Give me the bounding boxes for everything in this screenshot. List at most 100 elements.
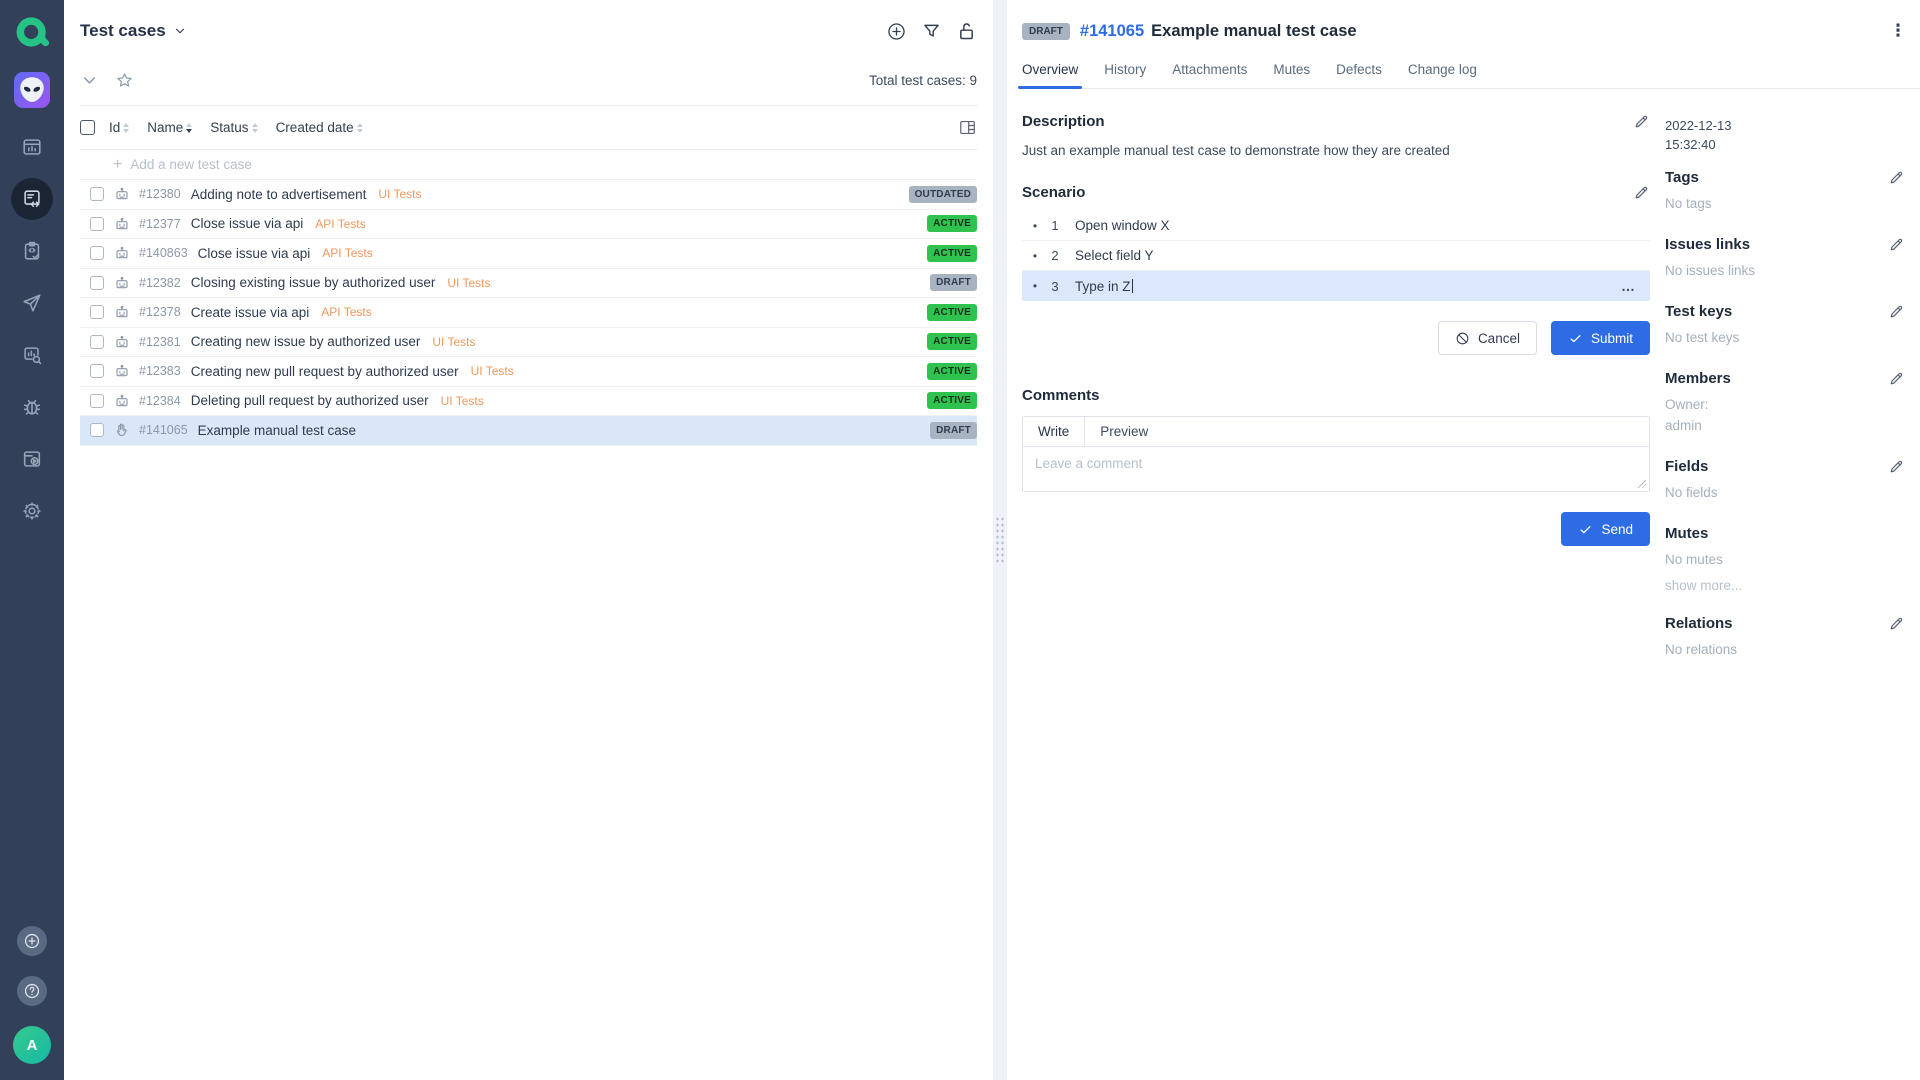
test-case-id: #12383	[139, 364, 181, 378]
row-checkbox[interactable]	[90, 246, 104, 260]
tab-attachments[interactable]: Attachments	[1172, 62, 1247, 88]
test-case-id-link[interactable]: #141065	[1080, 22, 1144, 41]
edit-relations-icon[interactable]	[1888, 615, 1905, 632]
create-test-case-icon[interactable]	[886, 21, 907, 42]
rail-item-dashboard[interactable]	[11, 126, 53, 168]
column-header-name[interactable]: Name	[147, 120, 192, 135]
table-row[interactable]: #141065Example manual test caseDRAFT	[80, 416, 977, 446]
favorites-star-icon[interactable]	[115, 71, 134, 90]
edit-description-icon[interactable]	[1633, 113, 1650, 130]
filter-icon[interactable]	[921, 21, 942, 42]
unlock-icon[interactable]	[956, 21, 977, 42]
rail-item-test-cases[interactable]	[11, 178, 53, 220]
table-row[interactable]: #12381Creating new issue by authorized u…	[80, 328, 977, 358]
scenario-heading: Scenario	[1022, 184, 1085, 201]
step-text: Select field Y	[1075, 248, 1154, 263]
comment-input[interactable]	[1023, 447, 1649, 491]
scenario-step[interactable]: •3Type in Z…	[1022, 271, 1650, 301]
edit-issues-links-icon[interactable]	[1888, 236, 1905, 253]
rail-item-launches[interactable]	[11, 282, 53, 324]
scenario-step[interactable]: •2Select field Y	[1022, 241, 1650, 271]
robot-icon	[114, 334, 130, 350]
table-row[interactable]: #140863Close issue via apiAPI TestsACTIV…	[80, 239, 977, 269]
edit-tags-icon[interactable]	[1888, 169, 1905, 186]
test-case-id: #12384	[139, 394, 181, 408]
meta-heading: Test keys	[1665, 303, 1732, 320]
step-more-icon[interactable]: …	[1621, 278, 1636, 294]
tab-overview[interactable]: Overview	[1022, 62, 1078, 88]
dashboard-icon	[21, 136, 43, 158]
row-checkbox[interactable]	[90, 335, 104, 349]
send-button[interactable]: Send	[1561, 512, 1650, 546]
test-case-name: Deleting pull request by authorized user	[191, 393, 429, 408]
analytics-icon	[21, 344, 43, 366]
column-header-created-date[interactable]: Created date	[276, 120, 363, 135]
tab-defects[interactable]: Defects	[1336, 62, 1382, 88]
test-case-tag: UI Tests	[447, 276, 490, 290]
scenario-step[interactable]: •1Open window X	[1022, 211, 1650, 241]
robot-icon	[114, 245, 130, 261]
row-checkbox[interactable]	[90, 305, 104, 319]
project-avatar[interactable]	[14, 72, 50, 108]
user-avatar[interactable]: A	[13, 1026, 51, 1064]
submit-button[interactable]: Submit	[1551, 321, 1650, 355]
kebab-menu-icon[interactable]: ⋮	[1888, 21, 1908, 41]
table-row[interactable]: #12384 Deleting pull request by authorize…	[80, 387, 977, 417]
detail-tabs: Overview History Attachments Mutes Defects Ch…	[1022, 62, 1920, 89]
row-checkbox[interactable]	[90, 423, 104, 437]
comment-editor: WritePreview	[1022, 416, 1650, 492]
sort-icon	[357, 123, 363, 133]
page-title-dropdown[interactable]: Test cases	[80, 21, 187, 41]
meta-value: No relations	[1665, 640, 1905, 660]
row-checkbox[interactable]	[90, 394, 104, 408]
add-test-case-row[interactable]: + Add a new test case	[80, 150, 977, 180]
show-more-link[interactable]: show more...	[1665, 578, 1905, 593]
table-row[interactable]: #12378Create issue via apiAPI TestsACTIV…	[80, 298, 977, 328]
comment-tab-preview[interactable]: Preview	[1085, 417, 1163, 446]
rail-item-jobs[interactable]	[11, 438, 53, 480]
test-case-name: Create issue via api	[191, 305, 310, 320]
select-all-checkbox[interactable]	[80, 120, 95, 135]
row-checkbox[interactable]	[90, 364, 104, 378]
tab-history[interactable]: History	[1104, 62, 1146, 88]
test-case-id: #12377	[139, 217, 181, 231]
table-row[interactable]: #12383Creating new pull request by autho…	[80, 357, 977, 387]
meta-value: No fields	[1665, 483, 1905, 503]
edit-fields-icon[interactable]	[1888, 458, 1905, 475]
table-settings-icon[interactable]	[958, 118, 977, 137]
description-heading: Description	[1022, 113, 1105, 130]
collapse-chevron-icon[interactable]	[80, 71, 99, 90]
help-circle-icon	[23, 982, 41, 1000]
column-header-id[interactable]: Id	[109, 120, 129, 135]
help-button[interactable]	[17, 976, 47, 1006]
edit-test-keys-icon[interactable]	[1888, 303, 1905, 320]
table-row[interactable]: #12377Close issue via apiAPI TestsACTIVE	[80, 210, 977, 240]
cancel-button[interactable]: Cancel	[1438, 321, 1537, 355]
check-icon	[1568, 331, 1583, 346]
test-case-id: #12380	[139, 187, 181, 201]
rail-item-analytics[interactable]	[11, 334, 53, 376]
row-checkbox[interactable]	[90, 276, 104, 290]
edit-members-icon[interactable]	[1888, 370, 1905, 387]
add-button[interactable]	[17, 926, 47, 956]
tab-change-log[interactable]: Change log	[1408, 62, 1477, 88]
tab-mutes[interactable]: Mutes	[1273, 62, 1310, 88]
step-number: 3	[1048, 279, 1062, 294]
table-row[interactable]: #12380Adding note to advertisementUI Tes…	[80, 180, 977, 210]
row-checkbox[interactable]	[90, 217, 104, 231]
rail-item-defects[interactable]	[11, 386, 53, 428]
rail-item-test-plans[interactable]	[11, 230, 53, 272]
meta-section-test-keys: Test keys No test keys	[1665, 303, 1905, 348]
test-case-name: Adding note to advertisement	[191, 187, 367, 202]
rail-item-settings[interactable]	[11, 490, 53, 532]
column-header-status[interactable]: Status	[210, 120, 257, 135]
status-badge: OUTDATED	[909, 186, 977, 203]
edit-scenario-icon[interactable]	[1633, 184, 1650, 201]
panel-resizer[interactable]	[993, 0, 1007, 1080]
robot-icon	[114, 216, 130, 232]
comment-tab-write[interactable]: Write	[1023, 417, 1085, 446]
allure-logo-icon[interactable]	[12, 12, 52, 52]
test-case-id: #140863	[139, 246, 188, 260]
row-checkbox[interactable]	[90, 187, 104, 201]
table-row[interactable]: #12382Closing existing issue by authoriz…	[80, 269, 977, 299]
